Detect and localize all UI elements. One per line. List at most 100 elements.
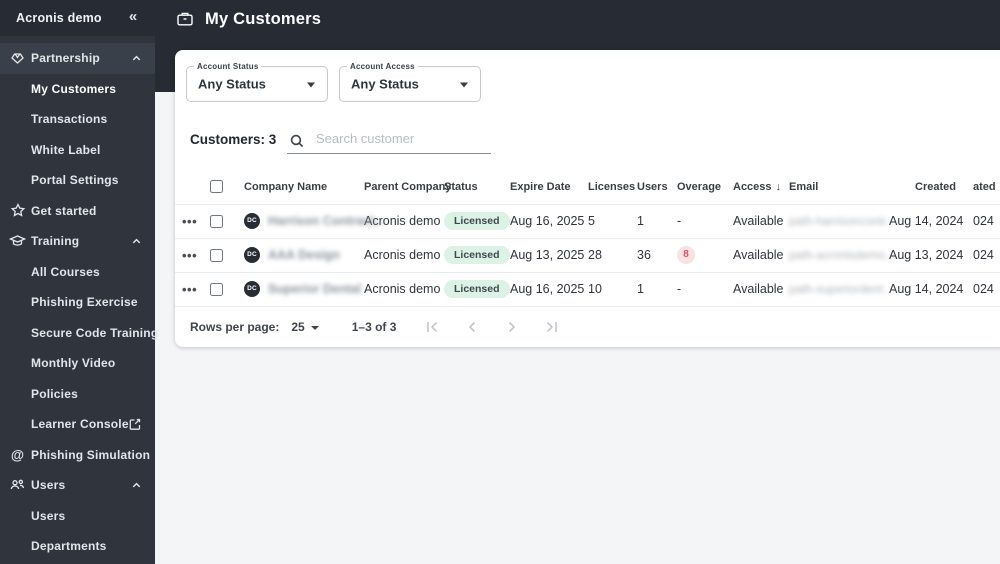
company-name-blurred[interactable]: Superior Dental	[268, 282, 361, 296]
users-icon	[9, 477, 26, 494]
table-header-row: Company Name Parent Company Status Expir…	[175, 170, 1000, 205]
row-menu-button[interactable]: •••	[175, 282, 197, 297]
sidebar: Partnership My Customers Transactions Wh…	[0, 36, 159, 564]
caret-down-icon	[307, 82, 315, 88]
email-blurred: path-acronisdemo...	[789, 248, 896, 262]
sidebar-item-all-courses[interactable]: All Courses	[0, 257, 155, 288]
licenses-cell: 28	[588, 238, 637, 273]
users-cell: 1	[637, 272, 677, 307]
sidebar-item-departments[interactable]: Departments	[0, 531, 155, 562]
chevron-up-icon	[131, 479, 143, 491]
licenses-cell: 10	[588, 272, 637, 307]
account-status-select[interactable]: Account Status Any Status	[186, 62, 328, 102]
sidebar-item-users[interactable]: Users	[0, 501, 155, 532]
access-cell: Available	[733, 272, 789, 307]
sidebar-item-label: Users	[31, 508, 66, 523]
row-checkbox[interactable]	[210, 214, 223, 228]
brand-name: Acronis demo	[16, 11, 102, 25]
row-menu-button[interactable]: •••	[175, 214, 197, 229]
sidebar-item-get-started[interactable]: Get started	[0, 196, 155, 227]
first-page-button[interactable]	[420, 315, 444, 339]
sidebar-item-transactions[interactable]: Transactions	[0, 104, 155, 135]
pagination-range: 1–3 of 3	[351, 320, 397, 334]
updated-cell-clipped: 024	[973, 238, 1000, 273]
sidebar-item-label: White Label	[31, 142, 101, 157]
sidebar-item-training[interactable]: Training	[0, 226, 155, 257]
sidebar-item-partnership[interactable]: Partnership	[0, 43, 155, 74]
header-status[interactable]: Status	[444, 170, 510, 205]
overage-cell: -	[677, 204, 733, 239]
topbar: Acronis demo « My Customers	[0, 0, 1000, 36]
access-cell: Available	[733, 204, 789, 239]
users-cell: 36	[637, 238, 677, 273]
last-page-button[interactable]	[540, 315, 564, 339]
sidebar-item-my-customers[interactable]: My Customers	[0, 74, 155, 105]
header-access[interactable]: Access ↓	[733, 170, 789, 205]
avatar: DC	[244, 213, 260, 229]
status-badge: Licensed	[444, 246, 510, 264]
created-cell: Aug 14, 2024	[889, 204, 973, 239]
licenses-cell: 5	[588, 204, 637, 239]
row-checkbox[interactable]	[210, 282, 223, 296]
created-cell: Aug 14, 2024	[889, 272, 973, 307]
page-title: My Customers	[205, 9, 322, 28]
sidebar-item-label: Training	[31, 234, 80, 249]
sidebar-item-label: Phishing Exercise	[31, 295, 138, 310]
header-users[interactable]: Users	[637, 170, 677, 205]
sidebar-item-portal-settings[interactable]: Portal Settings	[0, 165, 155, 196]
header-licenses[interactable]: Licenses	[588, 170, 637, 205]
sidebar-item-white-label[interactable]: White Label	[0, 135, 155, 166]
sidebar-collapse-icon[interactable]: «	[122, 6, 144, 28]
overage-cell: 8	[677, 238, 733, 273]
sidebar-item-label: Learner Console	[31, 417, 129, 432]
sidebar-item-label: Users	[31, 478, 66, 493]
sidebar-item-monthly-video[interactable]: Monthly Video	[0, 348, 155, 379]
handshake-icon	[9, 50, 26, 67]
header-updated-clipped[interactable]: ated	[973, 170, 1000, 205]
row-checkbox[interactable]	[210, 248, 223, 262]
caret-down-icon	[460, 82, 468, 88]
rows-per-page-select[interactable]: 25	[291, 320, 319, 334]
header-company-name[interactable]: Company Name	[244, 170, 364, 205]
select-all-checkbox[interactable]	[210, 180, 223, 194]
header-email[interactable]: Email	[789, 170, 889, 205]
header-parent-company[interactable]: Parent Company	[364, 170, 451, 205]
next-page-button[interactable]	[500, 315, 524, 339]
caret-down-icon	[310, 325, 319, 330]
sidebar-item-label: Get started	[31, 203, 97, 218]
header-expire-date[interactable]: Expire Date	[510, 170, 588, 205]
filter-value: Any Status	[351, 76, 419, 92]
chevron-up-icon	[131, 52, 143, 64]
chevron-up-icon	[131, 235, 143, 247]
filter-value: Any Status	[198, 76, 266, 92]
prev-page-button[interactable]	[460, 315, 484, 339]
customers-table: Company Name Parent Company Status Expir…	[175, 170, 1000, 307]
company-name-blurred[interactable]: AAA Design	[268, 248, 340, 262]
expire-date-cell: Aug 16, 2025	[510, 204, 588, 239]
account-access-select[interactable]: Account Access Any Status	[339, 62, 481, 102]
sidebar-item-label: My Customers	[31, 81, 117, 96]
search-input[interactable]	[287, 126, 491, 154]
sidebar-item-label: Phishing Simulation	[31, 447, 151, 462]
sidebar-item-learner-console[interactable]: Learner Console	[0, 409, 155, 440]
access-cell: Available	[733, 238, 789, 273]
expire-date-cell: Aug 13, 2025	[510, 238, 588, 273]
filter-label: Account Status	[194, 62, 262, 71]
sidebar-item-label: Secure Code Training	[31, 325, 159, 340]
created-cell: Aug 13, 2024	[889, 238, 973, 273]
customers-count: Customers: 3	[190, 132, 277, 147]
users-cell: 1	[637, 204, 677, 239]
row-menu-button[interactable]: •••	[175, 248, 197, 263]
parent-company-cell: Acronis demo	[364, 272, 444, 307]
header-created[interactable]: Created	[889, 170, 973, 205]
sidebar-item-users-section[interactable]: Users	[0, 470, 155, 501]
sidebar-item-label: Monthly Video	[31, 356, 116, 371]
header-overage[interactable]: Overage	[677, 170, 733, 205]
sidebar-item-phishing-exercise[interactable]: Phishing Exercise	[0, 287, 155, 318]
sidebar-item-phishing-simulation[interactable]: @ Phishing Simulation	[0, 440, 155, 471]
overage-badge: 8	[677, 246, 695, 264]
updated-cell-clipped: 024	[973, 272, 1000, 307]
sidebar-item-policies[interactable]: Policies	[0, 379, 155, 410]
sidebar-item-secure-code-training[interactable]: Secure Code Training	[0, 318, 159, 349]
company-name-blurred[interactable]: Harrison Contract...	[268, 214, 385, 228]
